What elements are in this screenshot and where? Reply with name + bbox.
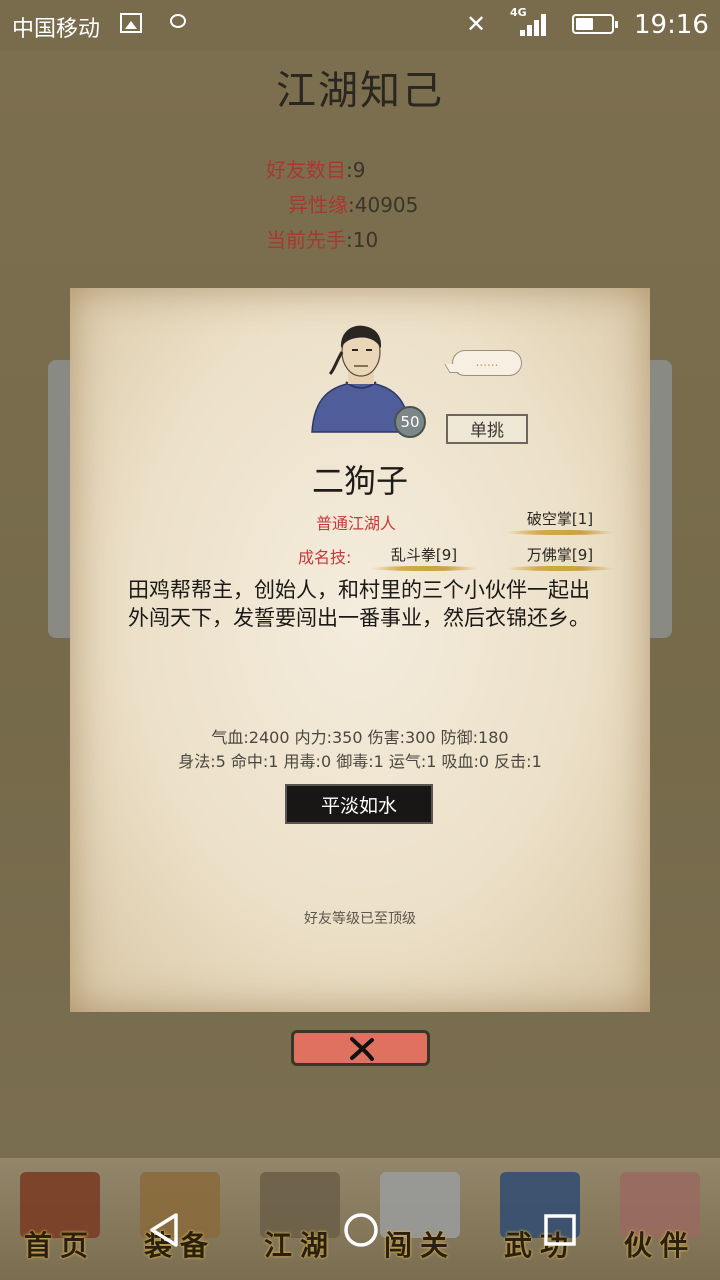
character-description: 田鸡帮帮主，创始人，和村里的三个小伙伴一起出外闯天下，发誓要闯出一番事业，然后衣… <box>128 578 590 630</box>
level-badge: 50 <box>394 406 426 438</box>
skill-item[interactable]: 乱斗拳[9] <box>370 544 478 571</box>
nav-label: 首页 <box>23 1229 96 1262</box>
signature-skills-label: 成名技: <box>298 548 352 567</box>
signal-icon <box>520 14 550 36</box>
speech-bubble[interactable]: ...... <box>452 350 522 376</box>
nav-label: 伙伴 <box>623 1229 696 1262</box>
home-icon[interactable] <box>341 1210 381 1250</box>
back-icon[interactable] <box>144 1210 184 1250</box>
carrier-name: 中国移动 <box>12 17 101 42</box>
nav-home[interactable]: 首页 <box>0 1158 120 1280</box>
battery-icon <box>572 14 618 34</box>
stat-value: 9 <box>352 158 366 182</box>
nav-partners[interactable]: 伙伴 <box>600 1158 720 1280</box>
gallery-notification-icon <box>120 13 142 33</box>
stat-label: 异性缘 <box>288 193 348 217</box>
character-attributes-secondary: 身法:5 命中:1 用毒:0 御毒:1 运气:1 吸血:0 反击:1 <box>178 752 542 771</box>
stat-friend-count: 好友数目:9 <box>266 158 366 182</box>
status-bar: 中国移动 ✕ 4G 19:16 <box>0 0 720 50</box>
relationship-status-button[interactable]: 平淡如水 <box>285 784 433 824</box>
character-card: 50 ...... 单挑 二狗子 普通江湖人 破空掌[1] 成名技: 乱斗拳[9… <box>70 288 650 1012</box>
character-name: 二狗子 <box>311 462 408 500</box>
stat-value: 40905 <box>354 193 419 217</box>
close-icon <box>350 1037 374 1061</box>
stat-charm: 异性缘:40905 <box>288 193 419 217</box>
page-title: 江湖知己 <box>276 68 444 114</box>
character-title: 普通江湖人 <box>316 514 397 533</box>
friend-level-note: 好友等级已至顶级 <box>304 911 416 927</box>
character-attributes-primary: 气血:2400 内力:350 伤害:300 防御:180 <box>211 728 509 747</box>
duel-button[interactable]: 单挑 <box>446 414 528 444</box>
stat-label: 好友数目 <box>266 158 346 182</box>
clock: 19:16 <box>634 10 709 40</box>
skill-item[interactable]: 破空掌[1] <box>506 508 614 535</box>
message-notification-icon <box>170 14 186 28</box>
stat-label: 当前先手 <box>266 228 346 252</box>
recents-icon[interactable] <box>540 1210 580 1250</box>
close-button[interactable] <box>291 1030 430 1066</box>
stat-initiative: 当前先手:10 <box>266 228 379 252</box>
stat-value: 10 <box>352 228 379 252</box>
mute-icon: ✕ <box>466 10 487 38</box>
skill-item[interactable]: 万佛掌[9] <box>506 544 614 571</box>
